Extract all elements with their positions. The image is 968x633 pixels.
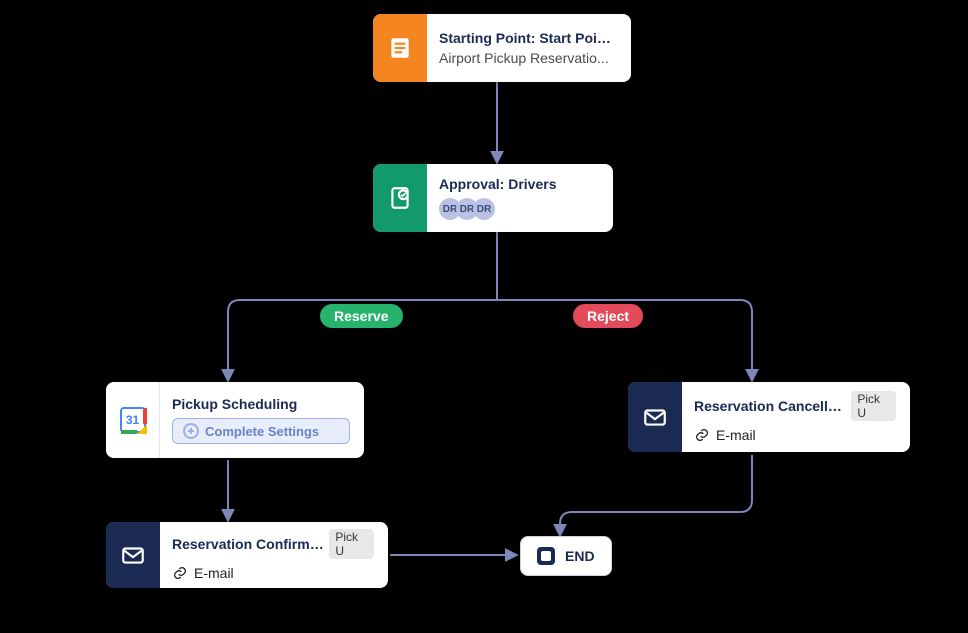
node-title: Reservation Cancelled: .	[694, 398, 847, 414]
node-scheduling[interactable]: 31 Pickup Scheduling Complete Settings	[106, 382, 364, 458]
form-icon	[373, 14, 427, 82]
node-title: Reservation Confirmed:.	[172, 536, 325, 552]
node-end[interactable]: END	[520, 536, 612, 576]
assignee-avatars: DR DR DR	[439, 198, 599, 220]
plus-icon	[183, 423, 199, 439]
channel-label: E-mail	[194, 565, 234, 581]
decision-reject[interactable]: Reject	[573, 304, 643, 328]
link-icon	[172, 565, 188, 581]
calendar-day: 31	[118, 405, 148, 435]
decision-reserve[interactable]: Reserve	[320, 304, 403, 328]
channel-label: E-mail	[716, 427, 756, 443]
node-cancelled[interactable]: Reservation Cancelled: . Pick U E-mail	[628, 382, 910, 452]
mail-icon	[106, 522, 160, 588]
mail-icon	[628, 382, 682, 452]
node-confirmed[interactable]: Reservation Confirmed:. Pick U E-mail	[106, 522, 388, 588]
complete-settings-button[interactable]: Complete Settings	[172, 418, 350, 444]
node-title: Starting Point: Start Point: Pi...	[439, 30, 617, 46]
avatar: DR	[473, 198, 495, 220]
node-title: Pickup Scheduling	[172, 396, 350, 412]
node-subtitle: Airport Pickup Reservatio...	[439, 50, 617, 66]
link-icon	[694, 427, 710, 443]
tag: Pick U	[851, 391, 896, 421]
tag: Pick U	[329, 529, 374, 559]
stop-icon	[537, 547, 555, 565]
end-label: END	[565, 548, 595, 564]
calendar-icon: 31	[106, 382, 160, 458]
button-label: Complete Settings	[205, 424, 319, 439]
node-title: Approval: Drivers	[439, 176, 599, 192]
node-approval[interactable]: Approval: Drivers DR DR DR	[373, 164, 613, 232]
workflow-canvas[interactable]: Starting Point: Start Point: Pi... Airpo…	[0, 0, 968, 633]
node-start[interactable]: Starting Point: Start Point: Pi... Airpo…	[373, 14, 631, 82]
approval-icon	[373, 164, 427, 232]
